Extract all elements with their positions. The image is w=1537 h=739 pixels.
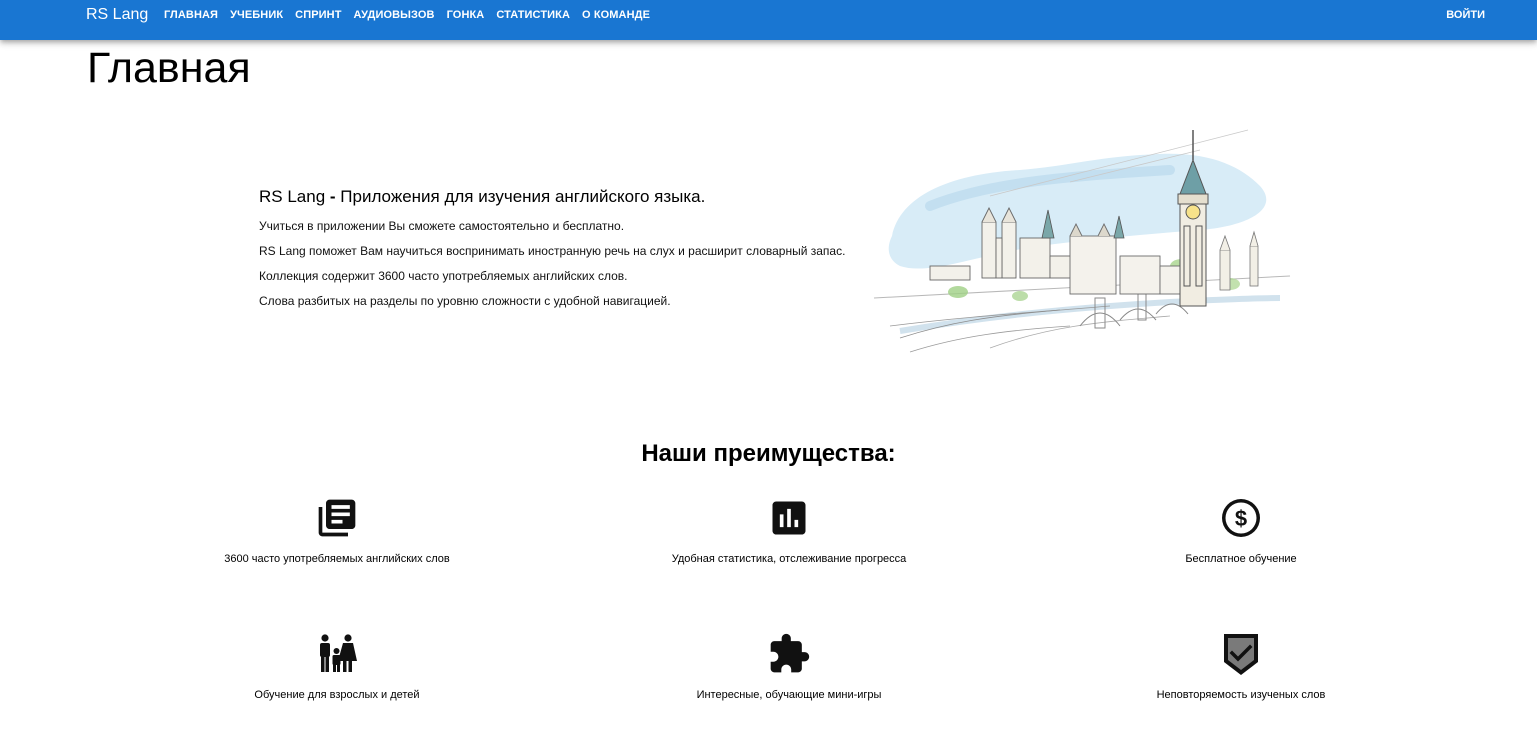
nav-item-sprint[interactable]: СПРИНТ (295, 9, 341, 21)
puzzle-icon (770, 633, 810, 673)
nav-item-home[interactable]: ГЛАВНАЯ (164, 9, 218, 21)
intro-section: RS Lang - Приложения для изучения англий… (259, 186, 879, 308)
login-button[interactable]: ВОЙТИ (1446, 9, 1485, 21)
bar-chart-icon (772, 501, 806, 535)
intro-heading: RS Lang - Приложения для изучения англий… (259, 186, 879, 208)
nav-item-race[interactable]: ГОНКА (447, 9, 485, 21)
feature-card: Обучение для взрослых и детей (157, 632, 517, 702)
advantages-title: Наши преимущества: (641, 440, 896, 467)
nav-item-audiocall[interactable]: АУДИОВЫЗОВ (354, 9, 435, 21)
feature-card: Неповторяемость изученых слов (1061, 632, 1421, 702)
main-nav: ГЛАВНАЯ УЧЕБНИК СПРИНТ АУДИОВЫЗОВ ГОНКА … (164, 9, 662, 21)
intro-dash: - (325, 187, 341, 206)
intro-line: Учиться в приложении Вы сможете самостоя… (259, 219, 625, 233)
intro-line: RS Lang поможет Вам научиться воспринима… (259, 244, 846, 258)
app-bar: RS Lang ГЛАВНАЯ УЧЕБНИК СПРИНТ АУДИОВЫЗО… (0, 0, 1537, 40)
feature-label: Бесплатное обучение (1185, 553, 1297, 565)
feature-label: 3600 часто употребляемых английских слов (224, 553, 450, 565)
intro-heading-text: Приложения для изучения английского язык… (340, 187, 706, 206)
nav-item-about-team[interactable]: О КОМАНДЕ (582, 9, 650, 21)
nav-item-statistics[interactable]: СТАТИСТИКА (496, 9, 570, 21)
feature-card: Удобная статистика, отслеживание прогрес… (609, 496, 969, 566)
dollar-circle-icon: $ (1222, 499, 1260, 537)
feature-label: Интересные, обучающие мини-игры (696, 689, 882, 701)
feature-card: $ Бесплатное обучение (1061, 496, 1421, 566)
feature-label: Удобная статистика, отслеживание прогрес… (671, 553, 907, 565)
intro-brand: RS Lang (259, 187, 326, 206)
library-books-icon (318, 499, 356, 537)
intro-line: Коллекция содержит 3600 часто употребляе… (259, 269, 628, 283)
page-title: Главная (87, 44, 251, 92)
family-icon (320, 634, 357, 672)
feature-card: Интересные, обучающие мини-игры (609, 632, 969, 702)
shield-check-icon (1224, 634, 1258, 675)
nav-item-textbook[interactable]: УЧЕБНИК (230, 9, 283, 21)
london-illustration (873, 129, 1291, 353)
brand-logo[interactable]: RS Lang (86, 6, 148, 24)
feature-card: 3600 часто употребляемых английских слов (157, 496, 517, 566)
feature-label: Неповторяемость изученых слов (1156, 689, 1326, 701)
svg-text:$: $ (1235, 506, 1247, 531)
feature-label: Обучение для взрослых и детей (254, 689, 420, 701)
intro-line: Слова разбитых на разделы по уровню слож… (259, 294, 671, 308)
